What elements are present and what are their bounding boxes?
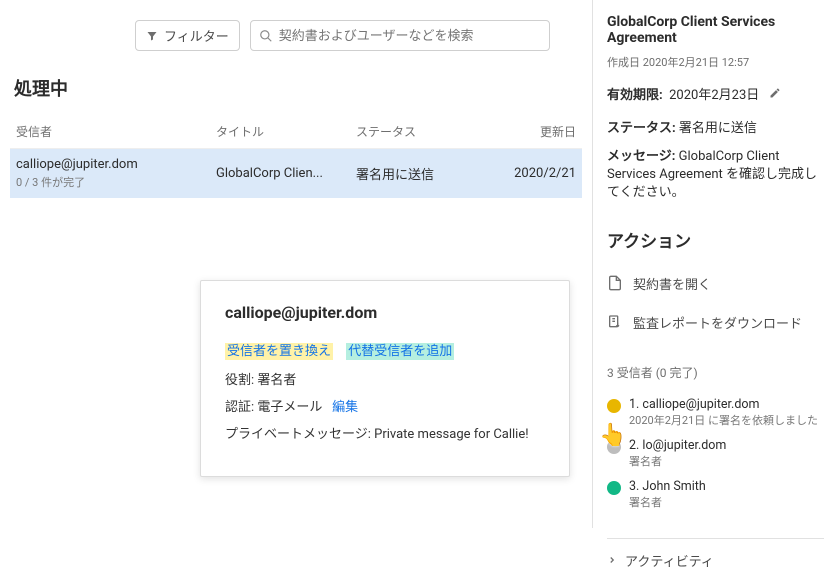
col-title: タイトル <box>216 123 356 140</box>
status-row: ステータス: 署名用に送信 <box>607 117 824 136</box>
recipient-name: 3. John Smith <box>629 479 706 494</box>
actions-header: アクション <box>607 227 824 252</box>
status-dot-icon <box>607 399 621 413</box>
search-field[interactable] <box>250 20 550 51</box>
cell-updated: 2020/2/21 <box>506 166 576 181</box>
section-title: 処理中 <box>14 75 582 101</box>
open-agreement-label: 契約書を開く <box>633 274 711 293</box>
col-recipient: 受信者 <box>16 123 216 140</box>
message-row: メッセージ: GlobalCorp Client Services Agreem… <box>607 148 824 203</box>
edit-expiry-button[interactable] <box>769 88 781 103</box>
pencil-icon <box>769 87 781 99</box>
recipient-item[interactable]: 3. John Smith 署名者 <box>607 479 824 510</box>
open-agreement-action[interactable]: 契約書を開く <box>607 268 824 299</box>
popover-email: calliope@jupiter.dom <box>225 303 545 322</box>
recipient-item[interactable]: 1. calliope@jupiter.dom 2020年2月21日 に署名を依… <box>607 397 824 428</box>
expiry-label: 有効期限: <box>607 88 663 103</box>
private-message-row: プライベートメッセージ Private message for Callie! <box>225 423 545 442</box>
search-input[interactable] <box>279 28 541 43</box>
top-controls: フィルター <box>135 20 582 51</box>
message-label: メッセージ: <box>607 149 675 164</box>
recipient-item[interactable]: 2. lo@jupiter.dom 署名者 <box>607 438 824 469</box>
chevron-right-icon <box>607 555 617 565</box>
col-updated: 更新日 <box>506 123 576 140</box>
role-value: 署名者 <box>257 373 296 388</box>
cell-status: 署名用に送信 <box>356 164 506 183</box>
details-panel: GlobalCorp Client Services Agreement 作成日… <box>592 0 830 528</box>
status-value: 署名用に送信 <box>679 121 757 136</box>
filter-button[interactable]: フィルター <box>135 20 240 51</box>
main-panel: フィルター 処理中 受信者 タイトル ステータス 更新日 calliope@ju… <box>0 0 592 528</box>
pm-value: Private message for Callie! <box>374 427 528 442</box>
recipient-progress: 0 / 3 件が完了 <box>16 174 216 190</box>
activity-toggle[interactable]: アクティビティ <box>607 538 824 570</box>
role-row: 役割 署名者 <box>225 369 545 388</box>
auth-value: 電子メール <box>257 400 322 415</box>
recipient-name: 2. lo@jupiter.dom <box>629 438 726 453</box>
filter-icon <box>146 30 158 42</box>
agreement-title: GlobalCorp Client Services Agreement <box>607 14 824 46</box>
role-label: 役割 <box>225 373 254 388</box>
recipients-header: 3 受信者 (0 完了) <box>607 364 824 381</box>
activity-label: アクティビティ <box>625 551 714 570</box>
auth-edit-link[interactable]: 編集 <box>332 400 358 415</box>
auth-label: 認証 <box>225 400 254 415</box>
recipient-name: 1. calliope@jupiter.dom <box>629 397 818 412</box>
recipient-email: calliope@jupiter.dom <box>16 157 216 172</box>
popover-actions: 受信者を置き換え 代替受信者を追加 <box>225 340 545 359</box>
recipients-list: 👆 1. calliope@jupiter.dom 2020年2月21日 に署名… <box>607 397 824 520</box>
col-status: ステータス <box>356 123 506 140</box>
add-alternate-recipient-link[interactable]: 代替受信者を追加 <box>346 343 454 360</box>
recipient-sub: 2020年2月21日 に署名を依頼しました <box>629 412 818 428</box>
recipient-sub: 署名者 <box>629 453 726 469</box>
table-row[interactable]: calliope@jupiter.dom 0 / 3 件が完了 GlobalCo… <box>10 149 582 198</box>
cell-title: GlobalCorp Clien... <box>216 166 356 181</box>
document-icon <box>607 275 623 291</box>
search-icon <box>259 29 273 43</box>
download-report-icon <box>607 314 623 330</box>
status-label: ステータス: <box>607 121 676 136</box>
created-date: 作成日 2020年2月21日 12:57 <box>607 54 824 70</box>
download-audit-action[interactable]: 監査レポートをダウンロード <box>607 307 824 338</box>
status-dot-icon <box>607 481 621 495</box>
cell-recipient: calliope@jupiter.dom 0 / 3 件が完了 <box>16 157 216 190</box>
status-dot-icon <box>607 440 621 454</box>
replace-recipient-link[interactable]: 受信者を置き換え <box>225 343 333 360</box>
expiry-value: 2020年2月23日 <box>669 88 759 103</box>
expiry-row: 有効期限: 2020年2月23日 <box>607 84 824 103</box>
recipient-popover: calliope@jupiter.dom 受信者を置き換え 代替受信者を追加 役… <box>200 280 570 477</box>
auth-row: 認証 電子メール 編集 <box>225 396 545 415</box>
table-header: 受信者 タイトル ステータス 更新日 <box>10 115 582 149</box>
filter-label: フィルター <box>164 26 229 45</box>
recipient-sub: 署名者 <box>629 494 706 510</box>
pm-label: プライベートメッセージ <box>225 427 371 442</box>
download-audit-label: 監査レポートをダウンロード <box>633 313 802 332</box>
